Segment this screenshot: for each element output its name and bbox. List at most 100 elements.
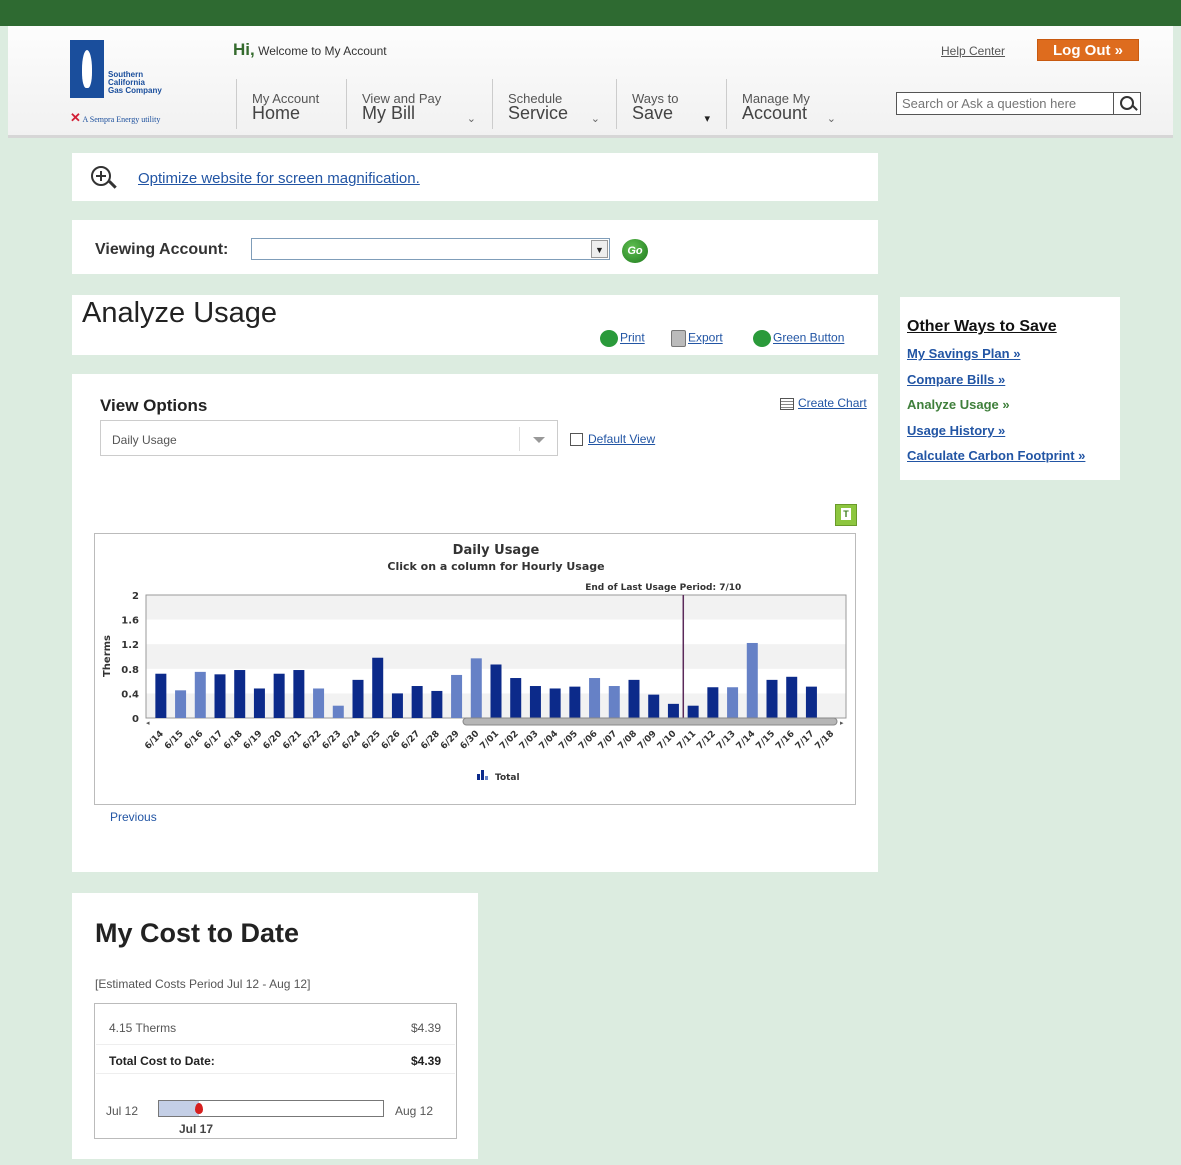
cost-row-total: Total Cost to Date: $4.39 xyxy=(96,1044,455,1074)
x-tick-label: 6/30 xyxy=(459,729,482,752)
view-options-title: View Options xyxy=(100,396,208,415)
other-ways-sidebar: Other Ways to Save My Savings Plan » Com… xyxy=(900,297,1120,480)
x-tick-label: 7/03 xyxy=(518,729,541,752)
usage-bar xyxy=(155,673,167,718)
analyze-usage-panel: Analyze Usage Print Export Green Button xyxy=(72,295,878,355)
x-tick-label: 7/02 xyxy=(498,729,521,752)
x-tick-label: 6/23 xyxy=(321,729,344,752)
x-tick-label: 7/15 xyxy=(754,729,777,752)
usage-bar xyxy=(648,694,660,718)
go-button[interactable]: Go xyxy=(622,239,648,263)
nav-manage-account[interactable]: Manage My Account ⌄ xyxy=(726,79,852,129)
green-button-link[interactable]: Green Button xyxy=(753,330,844,347)
nav-my-account-home[interactable]: My Account Home xyxy=(236,79,346,129)
nav-ways-to-save[interactable]: Ways to Save ▾ xyxy=(616,79,726,129)
usage-bar xyxy=(194,671,206,718)
view-options-selected: Daily Usage xyxy=(112,433,177,447)
period-end-annotation: End of Last Usage Period: 7/10 xyxy=(585,583,741,593)
legend-icon xyxy=(481,770,484,780)
sidebar-item-compare-bills[interactable]: Compare Bills » xyxy=(907,372,1005,387)
usage-bar xyxy=(766,679,778,718)
chevron-down-icon: ⌄ xyxy=(466,113,476,125)
x-tick-label: 6/17 xyxy=(202,729,225,752)
chevron-down-icon[interactable]: ▼ xyxy=(591,240,608,258)
chart-title: Daily Usage xyxy=(453,543,540,558)
usage-bar xyxy=(411,686,423,718)
nav-schedule-service[interactable]: Schedule Service ⌄ xyxy=(492,79,616,129)
sidebar-item-savings-plan[interactable]: My Savings Plan » xyxy=(907,346,1020,361)
x-tick-label: 7/01 xyxy=(478,729,501,752)
usage-bar xyxy=(372,657,384,718)
account-select[interactable]: ▼ xyxy=(251,238,610,260)
y-tick-label: 0.4 xyxy=(121,689,139,700)
x-tick-label: 6/24 xyxy=(340,729,363,752)
x-tick-label: 7/11 xyxy=(676,729,699,752)
usage-bar xyxy=(313,688,325,718)
x-tick-label: 7/07 xyxy=(597,729,620,752)
chart-scrollbar xyxy=(462,717,838,726)
legend-icon xyxy=(485,776,488,780)
search-icon[interactable] xyxy=(1113,93,1140,114)
sidebar-item-analyze-usage: Analyze Usage » xyxy=(907,397,1010,412)
nav-view-pay-bill[interactable]: View and Pay My Bill ⌄ xyxy=(346,79,492,129)
y-tick-label: 1.6 xyxy=(121,616,139,627)
x-tick-label: 6/18 xyxy=(222,729,245,752)
chevron-down-icon[interactable] xyxy=(519,427,557,451)
usage-bar xyxy=(667,703,679,718)
usage-bar xyxy=(451,674,463,718)
sempra-icon: ✕ xyxy=(70,110,81,125)
usage-bar xyxy=(687,705,699,718)
sidebar-item-usage-history[interactable]: Usage History » xyxy=(907,423,1005,438)
current-date-marker-icon xyxy=(195,1103,204,1114)
cost-row-therms: 4.15 Therms $4.39 xyxy=(96,1012,455,1042)
help-center-link[interactable]: Help Center xyxy=(941,44,1005,58)
daily-usage-chart: Daily Usage Click on a column for Hourly … xyxy=(94,533,856,805)
print-label: Print xyxy=(620,330,645,345)
zoom-handle xyxy=(108,180,117,189)
x-tick-label: 7/14 xyxy=(735,729,758,752)
x-tick-label: 7/13 xyxy=(715,729,738,752)
scroll-right-arrow-icon: ▸ xyxy=(840,719,844,727)
x-tick-label: 6/25 xyxy=(360,729,383,752)
grid-band xyxy=(146,595,846,620)
usage-bar xyxy=(391,693,403,718)
cost-row-value: $4.39 xyxy=(410,1021,441,1035)
x-tick-label: 7/17 xyxy=(794,729,817,752)
view-options-dropdown[interactable]: Daily Usage xyxy=(100,420,558,456)
cost-row-value: $4.39 xyxy=(410,1054,441,1068)
x-tick-label: 7/16 xyxy=(774,729,797,752)
y-axis-label: Therms xyxy=(102,635,113,677)
sidebar-title: Other Ways to Save xyxy=(907,318,1057,335)
usage-bar xyxy=(293,670,305,718)
print-icon xyxy=(600,330,618,347)
usage-bar xyxy=(608,686,620,718)
socalgas-logo[interactable]: Southern California Gas Company ✕ A Semp… xyxy=(70,38,210,128)
usage-bar xyxy=(628,679,640,718)
chevron-down-icon: ⌄ xyxy=(826,113,836,125)
usage-bar xyxy=(332,705,344,718)
optimize-magnification-link[interactable]: Optimize website for screen magnificatio… xyxy=(138,170,420,187)
viewing-account-label: Viewing Account: xyxy=(95,241,229,258)
usage-bar xyxy=(273,673,285,718)
chart-export-icon[interactable] xyxy=(835,504,857,526)
site-search xyxy=(896,92,1141,115)
search-input[interactable] xyxy=(897,93,1107,114)
billing-progress-fill xyxy=(159,1101,200,1116)
cost-box: 4.15 Therms $4.39 Total Cost to Date: $4… xyxy=(94,1003,457,1139)
previous-link[interactable]: Previous xyxy=(110,810,157,824)
flame-logo-icon xyxy=(70,40,104,98)
export-link[interactable]: Export xyxy=(671,330,723,347)
cost-row-label: 4.15 Therms xyxy=(109,1021,177,1035)
cost-row-label: Total Cost to Date: xyxy=(109,1054,215,1068)
usage-bar xyxy=(253,688,265,718)
logo-text: Southern California Gas Company xyxy=(108,71,178,95)
sidebar-item-carbon-footprint[interactable]: Calculate Carbon Footprint » xyxy=(907,448,1085,463)
create-chart-link[interactable]: Create Chart xyxy=(780,396,867,410)
print-link[interactable]: Print xyxy=(600,330,645,347)
usage-bar xyxy=(234,670,246,718)
default-view-link[interactable]: Default View xyxy=(570,432,655,447)
x-tick-label: 6/16 xyxy=(183,729,206,752)
log-out-button[interactable]: Log Out » xyxy=(1037,39,1139,61)
x-tick-label: 7/09 xyxy=(636,729,659,752)
nav-big-label: Home xyxy=(252,103,301,123)
